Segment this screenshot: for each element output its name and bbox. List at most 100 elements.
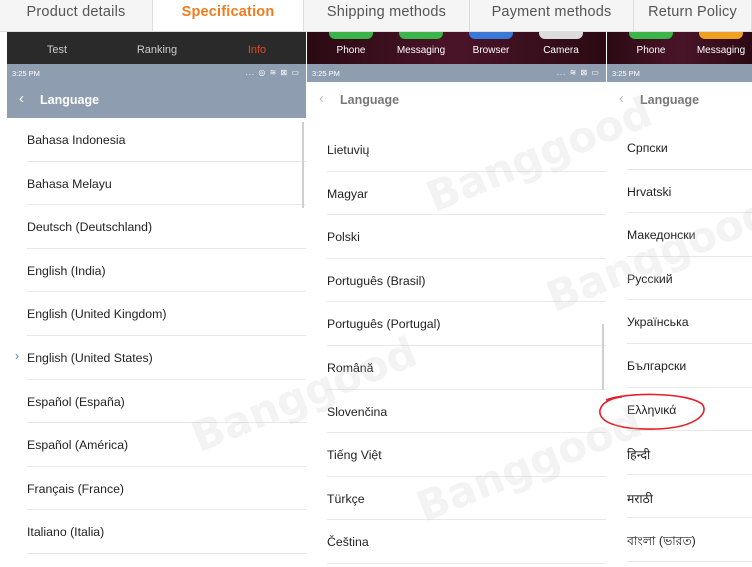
page-title: Language: [340, 93, 400, 107]
language-label: Slovenčina: [327, 404, 388, 419]
language-header: ‹ Language: [7, 82, 306, 118]
status-icons: ... ≋ ⊠ ▭: [556, 68, 600, 77]
back-arrow-icon[interactable]: ‹: [619, 90, 624, 107]
language-label: Türkçe: [327, 491, 365, 506]
list-item[interactable]: Polski: [307, 215, 606, 259]
phone-app-icon[interactable]: [629, 32, 673, 39]
language-label: Tiếng Việt: [327, 448, 382, 463]
back-arrow-icon[interactable]: ‹: [19, 90, 24, 107]
list-item[interactable]: Tiếng Việt: [307, 433, 606, 477]
list-item[interactable]: Українська: [607, 300, 752, 344]
app-label-camera: Camera: [543, 45, 579, 56]
list-item[interactable]: Bahasa Indonesia: [7, 118, 306, 162]
list-item[interactable]: Español (España): [7, 380, 306, 424]
list-item[interactable]: Lietuvių: [307, 128, 606, 172]
language-label: हिन्दी: [627, 448, 651, 463]
scrollbar[interactable]: [602, 324, 604, 390]
screenshot-panel-1: Test Ranking Info 3:25 PM ... ◎ ≋ ⊠ ▭ ‹ …: [7, 32, 306, 567]
app-label-phone: Phone: [636, 45, 666, 56]
language-label: Bahasa Melayu: [27, 176, 112, 191]
list-item[interactable]: Magyar: [307, 172, 606, 216]
list-item[interactable]: Hrvatski: [607, 170, 752, 214]
status-bar: 3:25 PM: [607, 64, 752, 82]
list-item[interactable]: Español (América): [7, 423, 306, 467]
page-title: Language: [40, 93, 100, 107]
language-label: Български: [627, 358, 687, 373]
language-label: Italiano (Italia): [27, 525, 105, 540]
language-label: বাংলা (ভারত): [627, 534, 696, 549]
language-label: Español (América): [27, 438, 129, 453]
phone-app-icon[interactable]: [329, 32, 373, 39]
messaging-app-icon[interactable]: [399, 32, 443, 39]
app-tab-strip: Test Ranking Info: [7, 32, 306, 64]
tab-return-policy[interactable]: Return Policy: [634, 0, 752, 31]
language-label: Polski: [327, 230, 360, 245]
language-header: ‹ Language: [307, 82, 606, 118]
language-label: Lietuvių: [327, 143, 370, 157]
language-label: English (India): [27, 263, 106, 278]
list-item-circled[interactable]: Ελληνικά: [607, 388, 752, 432]
app-label-messaging: Messaging: [396, 45, 446, 56]
tab-shipping-methods[interactable]: Shipping methods: [304, 0, 470, 31]
tab-product-details[interactable]: Product details: [0, 0, 153, 31]
list-item[interactable]: Македонски: [607, 213, 752, 257]
screenshot-panel-3: Phone Messaging 3:25 PM ‹ Language Српск…: [607, 32, 752, 567]
list-item[interactable]: Italiano (Italia): [7, 510, 306, 554]
app-label-browser: Browser: [472, 45, 510, 56]
language-label: English (United States): [27, 350, 153, 365]
page-title: Language: [640, 93, 700, 107]
app-label-phone: Phone: [336, 45, 366, 56]
status-icons: ... ◎ ≋ ⊠ ▭: [245, 68, 300, 77]
strip-tab-test[interactable]: Test: [37, 44, 77, 56]
language-label: Português (Brasil): [327, 273, 426, 288]
list-item[interactable]: Bahasa Melayu: [7, 162, 306, 206]
language-label: Čeština: [327, 535, 369, 550]
list-item[interactable]: বাংলা (ভারত): [607, 518, 752, 562]
status-time: 3:25 PM: [12, 69, 40, 78]
language-label: Ελληνικά: [627, 402, 677, 417]
app-label-messaging: Messaging: [696, 45, 746, 56]
browser-app-icon[interactable]: [469, 32, 513, 39]
list-item[interactable]: Română: [307, 346, 606, 390]
list-item[interactable]: Türkçe: [307, 477, 606, 521]
language-label: Magyar: [327, 186, 369, 201]
tab-specification[interactable]: Specification: [153, 0, 304, 31]
list-item[interactable]: Slovenčina: [307, 390, 606, 434]
status-time: 3:25 PM: [312, 69, 340, 78]
language-label: Русский: [627, 271, 673, 286]
list-item[interactable]: मराठी: [607, 475, 752, 519]
back-arrow-icon[interactable]: ‹: [319, 90, 324, 107]
messaging-app-icon[interactable]: [699, 32, 743, 39]
tab-payment-methods[interactable]: Payment methods: [470, 0, 634, 31]
list-item[interactable]: हिन्दी: [607, 431, 752, 475]
list-item[interactable]: Български: [607, 344, 752, 388]
list-item[interactable]: Português (Brasil): [307, 259, 606, 303]
strip-tab-ranking[interactable]: Ranking: [127, 44, 187, 56]
language-label: Македонски: [627, 228, 696, 243]
list-item[interactable]: Čeština: [307, 520, 606, 564]
scrollbar[interactable]: [302, 122, 304, 208]
camera-app-icon[interactable]: [539, 32, 583, 39]
app-dock-strip: Phone Messaging: [607, 32, 752, 64]
language-label: Français (France): [27, 481, 125, 496]
list-item[interactable]: English (India): [7, 249, 306, 293]
list-item[interactable]: English (United Kingdom): [7, 292, 306, 336]
language-label: Українська: [627, 315, 689, 330]
list-item[interactable]: Русский: [607, 257, 752, 301]
list-item[interactable]: Deutsch (Deutschland): [7, 205, 306, 249]
language-list: Српски Hrvatski Македонски Русский Украї…: [607, 126, 752, 562]
list-item[interactable]: Српски: [607, 126, 752, 170]
selected-chevron-icon: ›: [15, 348, 19, 363]
app-dock-strip: Phone Messaging Browser Camera: [307, 32, 606, 64]
status-bar: 3:25 PM ... ≋ ⊠ ▭: [307, 64, 606, 82]
status-time: 3:25 PM: [612, 69, 640, 78]
language-list: Bahasa Indonesia Bahasa Melayu Deutsch (…: [7, 118, 306, 554]
language-header: ‹ Language: [607, 82, 752, 118]
list-item[interactable]: Français (France): [7, 467, 306, 511]
list-item[interactable]: Português (Portugal): [307, 302, 606, 346]
language-label: Português (Portugal): [327, 317, 441, 332]
list-item-selected[interactable]: › English (United States): [7, 336, 306, 380]
language-label: Deutsch (Deutschland): [27, 220, 153, 235]
strip-tab-info[interactable]: Info: [237, 44, 277, 56]
screenshot-panel-2: Phone Messaging Browser Camera 3:25 PM .…: [307, 32, 606, 567]
